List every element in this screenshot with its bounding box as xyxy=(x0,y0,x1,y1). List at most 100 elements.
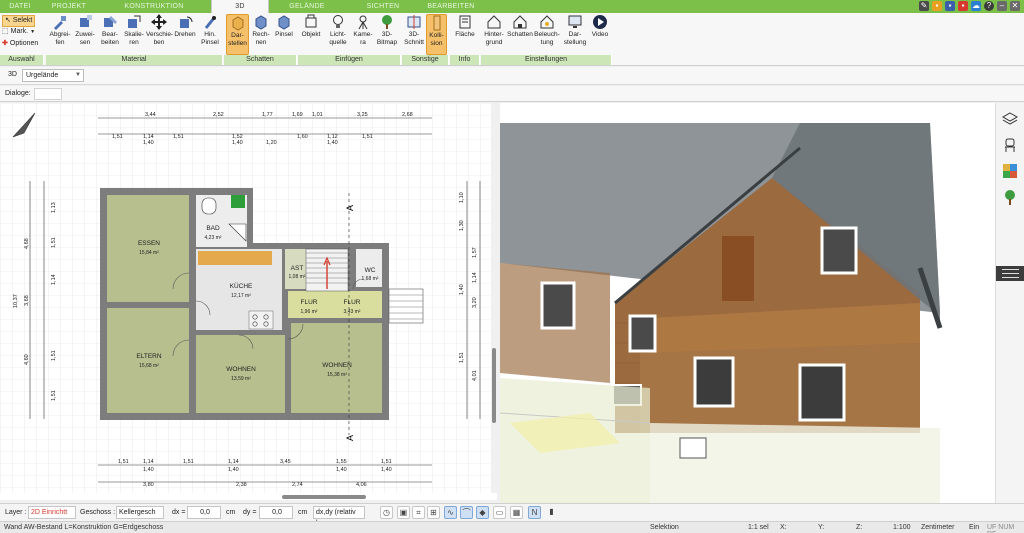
room-name: ESSEN xyxy=(138,240,160,247)
mark-tool[interactable]: ⬚ Mark. ▼ xyxy=(2,27,35,37)
tab-datei[interactable]: DATEI xyxy=(0,0,40,13)
room-area: 12,17 m² xyxy=(231,293,251,299)
north-icon[interactable]: N xyxy=(528,506,541,519)
cursor-icon: ↖ xyxy=(5,17,11,24)
3d-house-render[interactable] xyxy=(500,103,995,503)
shadow-display-button[interactable]: Dar- stellen xyxy=(226,14,249,55)
shadow-cube-icon xyxy=(232,16,243,31)
lighting-button[interactable]: Beleuch- tung xyxy=(534,14,560,47)
save-icon[interactable]: ▪ xyxy=(945,1,955,11)
scroll-thumb[interactable] xyxy=(492,348,496,423)
help-icon[interactable]: ? xyxy=(984,1,994,11)
ribbon: ↖ Selekt ⬚ Mark. ▼ ✚ Optionen Abgrei- fe… xyxy=(0,13,1024,66)
camera-record-icon[interactable]: ▣ xyxy=(397,506,410,519)
close-icon[interactable]: ✕ xyxy=(1010,1,1020,11)
dim-top2-sub-2: 1,20 xyxy=(266,140,277,146)
texture-palette-icon[interactable] xyxy=(1002,163,1018,179)
display-settings-button[interactable]: Dar- stellung xyxy=(562,14,588,47)
scroll-thumb[interactable] xyxy=(282,495,366,499)
plan-horizontal-scrollbar[interactable] xyxy=(0,493,497,500)
panel-handle[interactable] xyxy=(996,266,1024,281)
dy-input[interactable]: 0,0 xyxy=(259,506,293,519)
video-button[interactable]: Video xyxy=(589,14,611,39)
dialog-field[interactable] xyxy=(34,88,62,100)
hint-brush-button[interactable]: Hin. Pinsel xyxy=(199,14,221,47)
shadow-settings-button[interactable]: Schatten xyxy=(507,14,533,39)
divider-icon: ▮ xyxy=(549,507,554,516)
layers-icon[interactable] xyxy=(1002,111,1018,127)
insert-object-button[interactable]: Objekt xyxy=(299,14,323,39)
plant-icon[interactable] xyxy=(1002,189,1018,205)
group-label-info: Info xyxy=(450,55,480,65)
calc-cube-icon xyxy=(255,15,267,30)
tab-gelaende[interactable]: GELÄNDE xyxy=(270,0,344,13)
material-pick-button[interactable]: Abgrei- fen xyxy=(48,14,72,47)
status-selection: 1:1 sel xyxy=(748,524,769,531)
floor-plan-view[interactable]: 3,44 2,52 1,77 1,69 1,01 3,25 2,68 1,51 … xyxy=(0,103,497,498)
dim-top2-0: 1,51 xyxy=(112,134,123,140)
shadow-calc-button[interactable]: Rech- nen xyxy=(250,14,272,47)
options-tool[interactable]: ✚ Optionen xyxy=(2,39,38,49)
coordinate-mode-select[interactable]: dx,dy (relativ kar xyxy=(313,506,365,527)
wave-icon[interactable]: ∿ xyxy=(444,506,457,519)
tab-projekt[interactable]: PROJEKT xyxy=(40,0,98,13)
chair-icon[interactable] xyxy=(1002,137,1018,153)
insert-camera-button[interactable]: Kame- ra xyxy=(352,14,374,47)
cloud-icon[interactable]: ☁ xyxy=(971,1,981,11)
clock-icon[interactable]: ◷ xyxy=(380,506,393,519)
layer-view-icon[interactable]: ◆ xyxy=(476,506,489,519)
snap-icon[interactable]: ⌗ xyxy=(412,506,425,519)
dim-top2-sub-3: 1,40 xyxy=(327,140,338,146)
tab-bearbeiten[interactable]: BEARBEITEN xyxy=(422,0,480,13)
chevron-down-icon: ▼ xyxy=(75,72,81,78)
area-info-button[interactable]: Fläche xyxy=(454,14,476,39)
collision-button[interactable]: Kolli- sion xyxy=(426,14,447,55)
room-area: 13,59 m² xyxy=(231,376,251,382)
shadow-brush-button[interactable]: Pinsel xyxy=(273,14,295,39)
status-info: Wand AW-Bestand L=Konstruktion G=Erdgesc… xyxy=(4,524,164,531)
terrain-select[interactable]: Urgelände ▼ xyxy=(22,69,84,82)
dim-bottom1-6: 1,51 xyxy=(381,459,392,465)
background-button[interactable]: Hinter- grund xyxy=(482,14,506,47)
select-tool[interactable]: ↖ Selekt xyxy=(2,15,36,27)
dim-right2-1: 1,30 xyxy=(459,220,465,231)
pencil-icon[interactable]: ✎ xyxy=(919,1,929,11)
curve-icon[interactable]: ⌒ xyxy=(460,506,473,519)
material-assign-button[interactable]: Zuwei- sen xyxy=(73,14,97,47)
3d-view[interactable] xyxy=(500,103,995,503)
folder-icon[interactable]: ▪ xyxy=(932,1,942,11)
geschoss-select[interactable]: Kellergesch xyxy=(116,506,164,519)
minimize-icon[interactable]: – xyxy=(997,1,1007,11)
material-edit-button[interactable]: Bear- beiten xyxy=(98,14,122,47)
material-move-button[interactable]: Verschie- ben xyxy=(146,14,173,47)
layer-label: Layer : xyxy=(5,509,27,516)
status-bar: Wand AW-Bestand L=Konstruktion G=Erdgesc… xyxy=(0,521,1024,533)
dx-input[interactable]: 0,0 xyxy=(187,506,221,519)
exterior-stairs[interactable] xyxy=(388,288,424,324)
tab-3d[interactable]: 3D xyxy=(211,0,269,13)
dim-top2-2: 1,51 xyxy=(173,134,184,140)
lightbulb-icon xyxy=(333,15,343,28)
section-3d-button[interactable]: 3D- Schnitt xyxy=(403,14,425,47)
layer-select[interactable]: 2D Einrichtt xyxy=(28,506,76,519)
tab-konstruktion[interactable]: KONSTRUKTION xyxy=(98,0,210,13)
tab-sichten[interactable]: SICHTEN xyxy=(344,0,422,13)
dim-left-outer: 10,37 xyxy=(13,294,19,308)
insert-light-button[interactable]: Licht- quelle xyxy=(325,14,351,47)
shadow-brush-icon xyxy=(278,15,290,30)
dim-bottom2-2: 2,74 xyxy=(292,482,303,488)
material-rotate-button[interactable]: Drehen xyxy=(173,14,197,39)
insert-bitmap-button[interactable]: 3D- Bitmap xyxy=(375,14,399,47)
window-view-icon[interactable]: ▭ xyxy=(493,506,506,519)
dx-label: dx = xyxy=(172,509,186,516)
exit-icon[interactable]: ▪ xyxy=(958,1,968,11)
ribbon-tab-bar: DATEI PROJEKT KONSTRUKTION 3D GELÄNDE SI… xyxy=(0,0,1024,13)
table-icon[interactable]: ▦ xyxy=(510,506,523,519)
staircase[interactable] xyxy=(305,248,349,292)
floor-plan-canvas[interactable]: 3,44 2,52 1,77 1,69 1,01 3,25 2,68 1,51 … xyxy=(0,103,497,498)
dim-bottom1-sub-2: 1,40 xyxy=(336,467,347,473)
plan-vertical-scrollbar[interactable] xyxy=(491,103,497,498)
dx-unit: cm xyxy=(226,509,236,516)
grid-snap-icon[interactable]: ⊞ xyxy=(427,506,440,519)
material-scale-button[interactable]: Skalie- ren xyxy=(122,14,146,47)
